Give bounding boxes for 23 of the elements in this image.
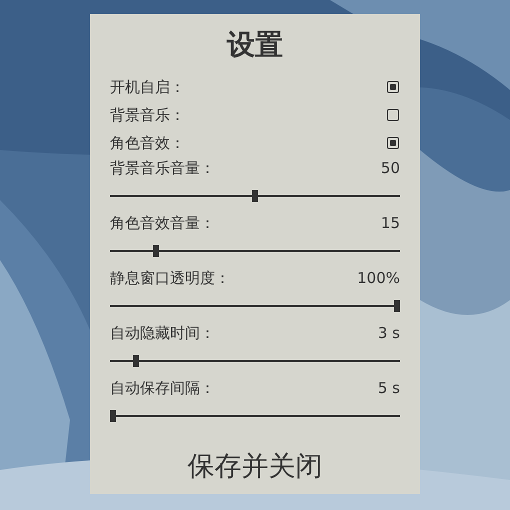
setting-value: 50 xyxy=(380,159,400,177)
setting-label: 背景音乐音量： xyxy=(110,158,215,178)
save-close-button[interactable]: 保存并关闭 xyxy=(182,444,328,488)
setting-label: 自动隐藏时间： xyxy=(110,324,215,342)
slider-thumb[interactable] xyxy=(394,300,400,312)
window-title: 设置 xyxy=(227,30,283,58)
setting-value: 5 s xyxy=(378,379,400,397)
setting-value: 15 xyxy=(380,214,400,232)
slider-thumb[interactable] xyxy=(252,190,258,202)
checkbox[interactable] xyxy=(387,109,399,121)
setting-label: 角色音效： xyxy=(110,134,185,152)
slider-thumb[interactable] xyxy=(152,245,159,257)
checkbox[interactable] xyxy=(387,81,399,93)
slider-thumb[interactable] xyxy=(110,410,116,422)
setting-label: 静息窗口透明度： xyxy=(110,268,230,288)
setting-label: 角色音效音量： xyxy=(110,214,215,232)
setting-label: 自动保存间隔： xyxy=(110,378,215,398)
setting-value: 3 s xyxy=(378,324,400,342)
checkbox[interactable] xyxy=(387,137,399,149)
setting-value: 100% xyxy=(357,269,400,287)
setting-label: 背景音乐： xyxy=(110,106,185,124)
setting-label: 开机自启： xyxy=(110,78,185,96)
slider-thumb[interactable] xyxy=(132,355,139,367)
